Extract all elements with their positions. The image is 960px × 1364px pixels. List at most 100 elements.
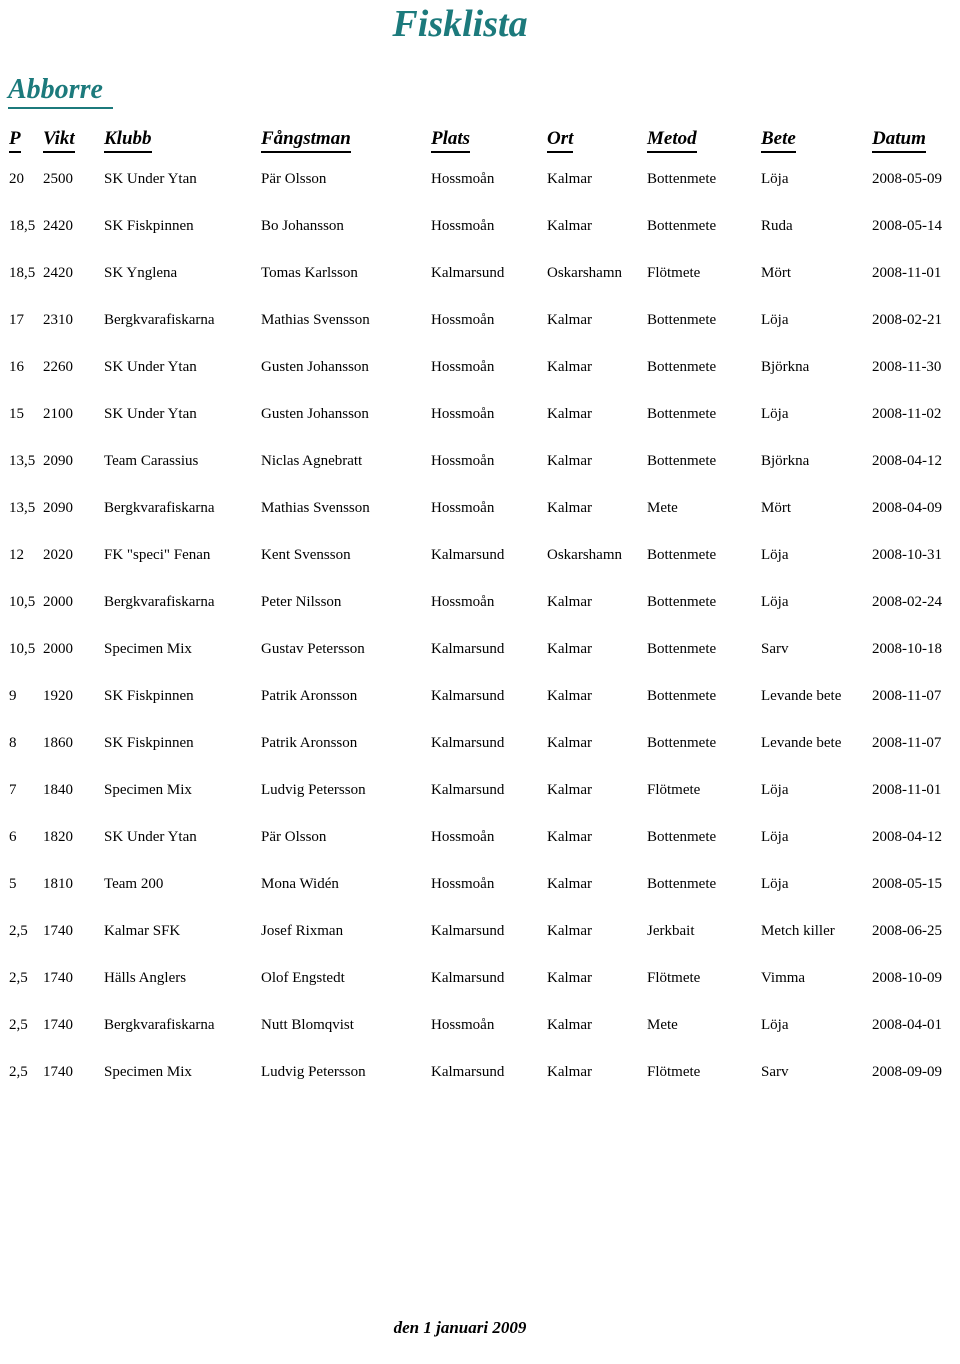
table-row: 2,5 1740 Bergkvarafiskarna Nutt Blomqvist Ho…	[0, 1002, 960, 1049]
cell-weight: 2090	[43, 500, 73, 516]
cell-method: Bottenmete	[647, 406, 717, 422]
cell-club: SK Under Ytan	[104, 829, 197, 845]
cell-bait: Vimma	[761, 970, 806, 986]
cell-date: 2008-05-14	[872, 218, 942, 234]
cell-bait: Mört	[761, 500, 791, 516]
cell-place: Hossmoån	[431, 453, 495, 469]
cell-angler: Josef Rixman	[261, 923, 344, 939]
cell-date: 2008-11-01	[872, 265, 942, 281]
cell-weight: 2000	[43, 641, 73, 657]
cell-method: Bottenmete	[647, 359, 717, 375]
cell-bait: Ruda	[761, 218, 793, 234]
cell-position: 2,5	[9, 923, 28, 939]
cell-angler: Gusten Johansson	[261, 359, 369, 375]
cell-date: 2008-11-07	[872, 688, 942, 704]
cell-method: Mete	[647, 1017, 678, 1033]
cell-position: 17	[9, 312, 24, 328]
cell-club: Specimen Mix	[104, 782, 192, 798]
column-header-vikt: Vikt	[43, 128, 104, 156]
cell-bait: Löja	[761, 829, 789, 845]
table-row: 8 1860 SK Fiskpinnen Patrik Aronsson Kalmars…	[0, 720, 960, 767]
cell-club: SK Under Ytan	[104, 171, 197, 187]
cell-angler: Olof Engstedt	[261, 970, 345, 986]
cell-position: 16	[9, 359, 24, 375]
cell-angler: Pär Olsson	[261, 829, 327, 845]
cell-club: Kalmar SFK	[104, 923, 181, 939]
column-header-plats-label: Plats	[431, 128, 471, 153]
cell-date: 2008-11-02	[872, 406, 942, 422]
cell-club: SK Ynglena	[104, 265, 178, 281]
cell-angler: Pär Olsson	[261, 171, 327, 187]
cell-place: Kalmarsund	[431, 688, 505, 704]
cell-date: 2008-04-12	[872, 829, 942, 845]
cell-locality: Kalmar	[547, 171, 592, 187]
cell-club: SK Fiskpinnen	[104, 218, 194, 234]
cell-bait: Löja	[761, 547, 789, 563]
column-header-bete: Bete	[761, 128, 872, 156]
cell-bait: Löja	[761, 312, 789, 328]
cell-club: SK Fiskpinnen	[104, 688, 194, 704]
cell-method: Flötmete	[647, 265, 701, 281]
cell-angler: Mathias Svensson	[261, 312, 370, 328]
cell-weight: 2090	[43, 453, 73, 469]
cell-bait: Levande bete	[761, 688, 842, 704]
cell-date: 2008-04-12	[872, 453, 942, 469]
cell-position: 13,5	[9, 500, 36, 516]
table-header-row: P Vikt Klubb Fångstman Plats Ort Metod B…	[0, 128, 960, 156]
cell-angler: Mona Widén	[261, 876, 339, 892]
cell-weight: 1740	[43, 970, 73, 986]
cell-place: Hossmoån	[431, 406, 495, 422]
cell-method: Flötmete	[647, 970, 701, 986]
table-row: 20 2500 SK Under Ytan Pär Olsson Hossmoån Kal…	[0, 156, 960, 203]
cell-weight: 1820	[43, 829, 73, 845]
cell-club: SK Under Ytan	[104, 406, 197, 422]
cell-club: Team 200	[104, 876, 164, 892]
column-header-metod: Metod	[647, 128, 761, 156]
cell-date: 2008-04-01	[872, 1017, 942, 1033]
cell-position: 6	[9, 829, 17, 845]
cell-locality: Kalmar	[547, 359, 592, 375]
cell-method: Bottenmete	[647, 876, 717, 892]
cell-weight: 2420	[43, 218, 73, 234]
cell-place: Hossmoån	[431, 1017, 495, 1033]
cell-locality: Kalmar	[547, 923, 592, 939]
column-header-plats: Plats	[431, 128, 547, 156]
cell-position: 5	[9, 876, 17, 892]
cell-weight: 2500	[43, 171, 73, 187]
cell-locality: Kalmar	[547, 1064, 592, 1080]
cell-weight: 2260	[43, 359, 73, 375]
cell-place: Kalmarsund	[431, 1064, 505, 1080]
cell-place: Hossmoån	[431, 500, 495, 516]
cell-position: 8	[9, 735, 17, 751]
cell-date: 2008-10-18	[872, 641, 942, 657]
cell-locality: Kalmar	[547, 218, 592, 234]
cell-locality: Kalmar	[547, 500, 592, 516]
cell-method: Bottenmete	[647, 453, 717, 469]
cell-angler: Nutt Blomqvist	[261, 1017, 354, 1033]
cell-place: Kalmarsund	[431, 547, 505, 563]
cell-weight: 1740	[43, 1064, 73, 1080]
cell-locality: Kalmar	[547, 735, 592, 751]
cell-method: Jerkbait	[647, 923, 695, 939]
cell-weight: 2000	[43, 594, 73, 610]
cell-place: Hossmoån	[431, 594, 495, 610]
column-header-fangstman-label: Fångstman	[261, 128, 351, 153]
cell-method: Mete	[647, 500, 678, 516]
cell-bait: Björkna	[761, 359, 810, 375]
cell-bait: Björkna	[761, 453, 810, 469]
cell-bait: Löja	[761, 406, 789, 422]
table-row: 2,5 1740 Specimen Mix Ludvig Petersson Kalma…	[0, 1049, 960, 1096]
cell-club: Specimen Mix	[104, 1064, 192, 1080]
cell-angler: Tomas Karlsson	[261, 265, 358, 281]
column-header-datum-label: Datum	[872, 128, 926, 153]
cell-bait: Levande bete	[761, 735, 842, 751]
cell-angler: Mathias Svensson	[261, 500, 370, 516]
column-header-klubb-label: Klubb	[104, 128, 152, 153]
table-row: 9 1920 SK Fiskpinnen Patrik Aronsson Kalmars…	[0, 673, 960, 720]
cell-date: 2008-09-09	[872, 1064, 942, 1080]
cell-date: 2008-05-09	[872, 171, 942, 187]
cell-place: Kalmarsund	[431, 782, 505, 798]
cell-place: Kalmarsund	[431, 970, 505, 986]
cell-method: Bottenmete	[647, 735, 717, 751]
table-row: 13,5 2090 Team Carassius Niclas Agnebratt Ho…	[0, 438, 960, 485]
